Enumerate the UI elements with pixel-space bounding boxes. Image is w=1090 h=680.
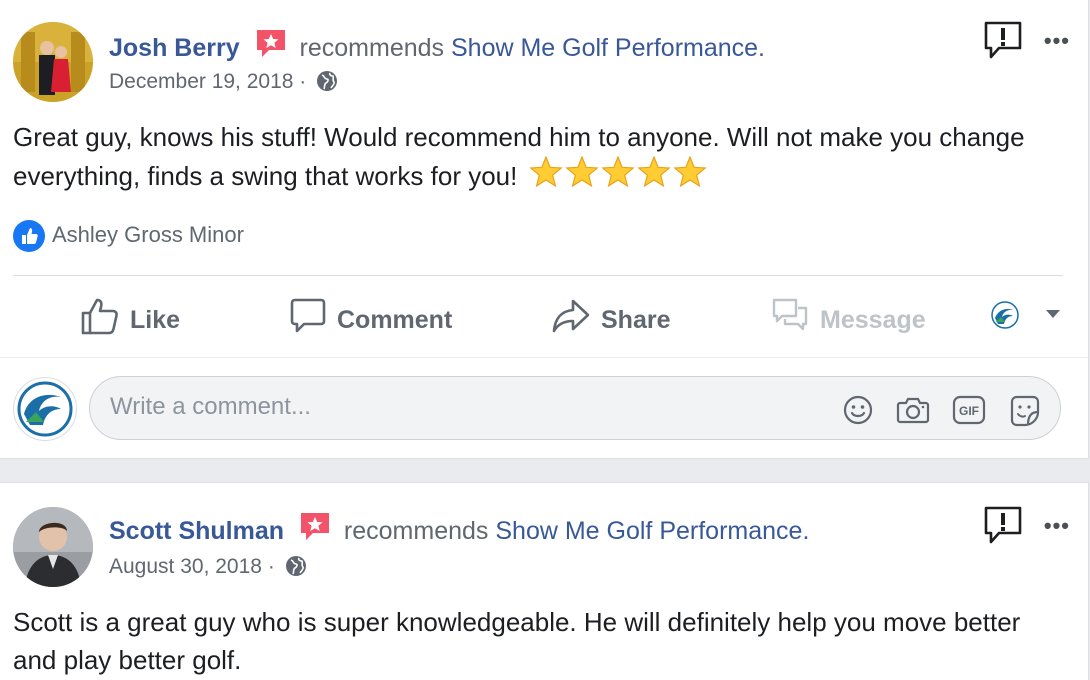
share-button[interactable]: Share — [551, 296, 670, 336]
star-icon — [636, 155, 671, 188]
action-bar: Like Comment Share Message — [0, 296, 1088, 340]
star-icon — [672, 155, 707, 188]
review-card: Josh Berry recommends Show Me Golf Perfo… — [0, 0, 1089, 459]
date-separator: · — [267, 555, 275, 578]
star-icon — [600, 155, 635, 188]
share-label: Share — [601, 306, 671, 334]
svg-text:GIF: GIF — [959, 404, 979, 418]
page-link[interactable]: Show Me Golf Performance. — [451, 34, 765, 62]
review-body: Great guy, knows his stuff! Would recomm… — [13, 118, 1063, 200]
action-divider — [0, 357, 1088, 358]
author-name[interactable]: Scott Shulman — [109, 517, 284, 545]
more-icon[interactable]: ••• — [1044, 28, 1070, 54]
author-avatar[interactable] — [13, 22, 93, 102]
review-text: Great guy, knows his stuff! Would recomm… — [13, 122, 1025, 191]
share-arrow-icon — [552, 299, 590, 333]
page-logo-icon — [17, 381, 73, 437]
emoji-icon[interactable] — [842, 394, 874, 431]
sticker-icon[interactable] — [1008, 394, 1042, 433]
comment-bubble-icon — [290, 298, 326, 333]
reaction-summary[interactable]: Ashley Gross Minor — [13, 220, 244, 252]
gif-icon[interactable]: GIF — [952, 394, 986, 431]
globe-icon — [285, 555, 307, 583]
page-link[interactable]: Show Me Golf Performance. — [495, 517, 809, 545]
page-logo-icon — [991, 301, 1019, 329]
dropdown-caret-icon — [1045, 310, 1060, 318]
recommendation-badge-icon — [299, 511, 331, 548]
star-icon — [564, 155, 599, 188]
post-date[interactable]: December 19, 2018 — [109, 70, 293, 93]
recommends-text: recommends — [343, 517, 489, 545]
camera-icon[interactable] — [896, 394, 930, 431]
recommends-text: recommends — [299, 34, 445, 62]
like-thumb-icon — [81, 298, 118, 335]
like-reaction-icon — [13, 220, 45, 252]
comment-label: Comment — [337, 306, 453, 334]
globe-icon — [316, 70, 338, 98]
comment-button[interactable]: Comment — [289, 296, 452, 336]
review-body: Scott is a great guy who is super knowle… — [13, 603, 1063, 679]
comment-input[interactable] — [110, 393, 810, 421]
message-label: Message — [820, 306, 926, 334]
recommendation-badge-icon — [255, 28, 287, 65]
review-text: Scott is a great guy who is super knowle… — [13, 607, 1021, 675]
message-icon — [772, 298, 808, 331]
more-icon[interactable]: ••• — [1044, 513, 1070, 539]
report-icon[interactable] — [983, 20, 1023, 65]
five-stars-icon — [528, 155, 707, 200]
author-avatar[interactable] — [13, 507, 93, 587]
like-label: Like — [130, 306, 181, 334]
divider — [13, 275, 1063, 276]
like-button[interactable]: Like — [80, 296, 180, 336]
page-selector[interactable] — [990, 300, 1073, 330]
report-icon[interactable] — [983, 505, 1023, 550]
author-name[interactable]: Josh Berry — [109, 34, 240, 62]
message-button[interactable]: Message — [770, 296, 926, 336]
star-icon — [528, 155, 563, 188]
liked-by-name[interactable]: Ashley Gross Minor — [52, 222, 244, 247]
comment-box[interactable]: GIF — [89, 376, 1061, 440]
post-date[interactable]: August 30, 2018 — [109, 555, 262, 578]
commenter-avatar[interactable] — [13, 377, 77, 441]
review-card: Scott Shulman recommends Show Me Golf Pe… — [0, 482, 1089, 680]
date-separator: · — [299, 70, 307, 93]
